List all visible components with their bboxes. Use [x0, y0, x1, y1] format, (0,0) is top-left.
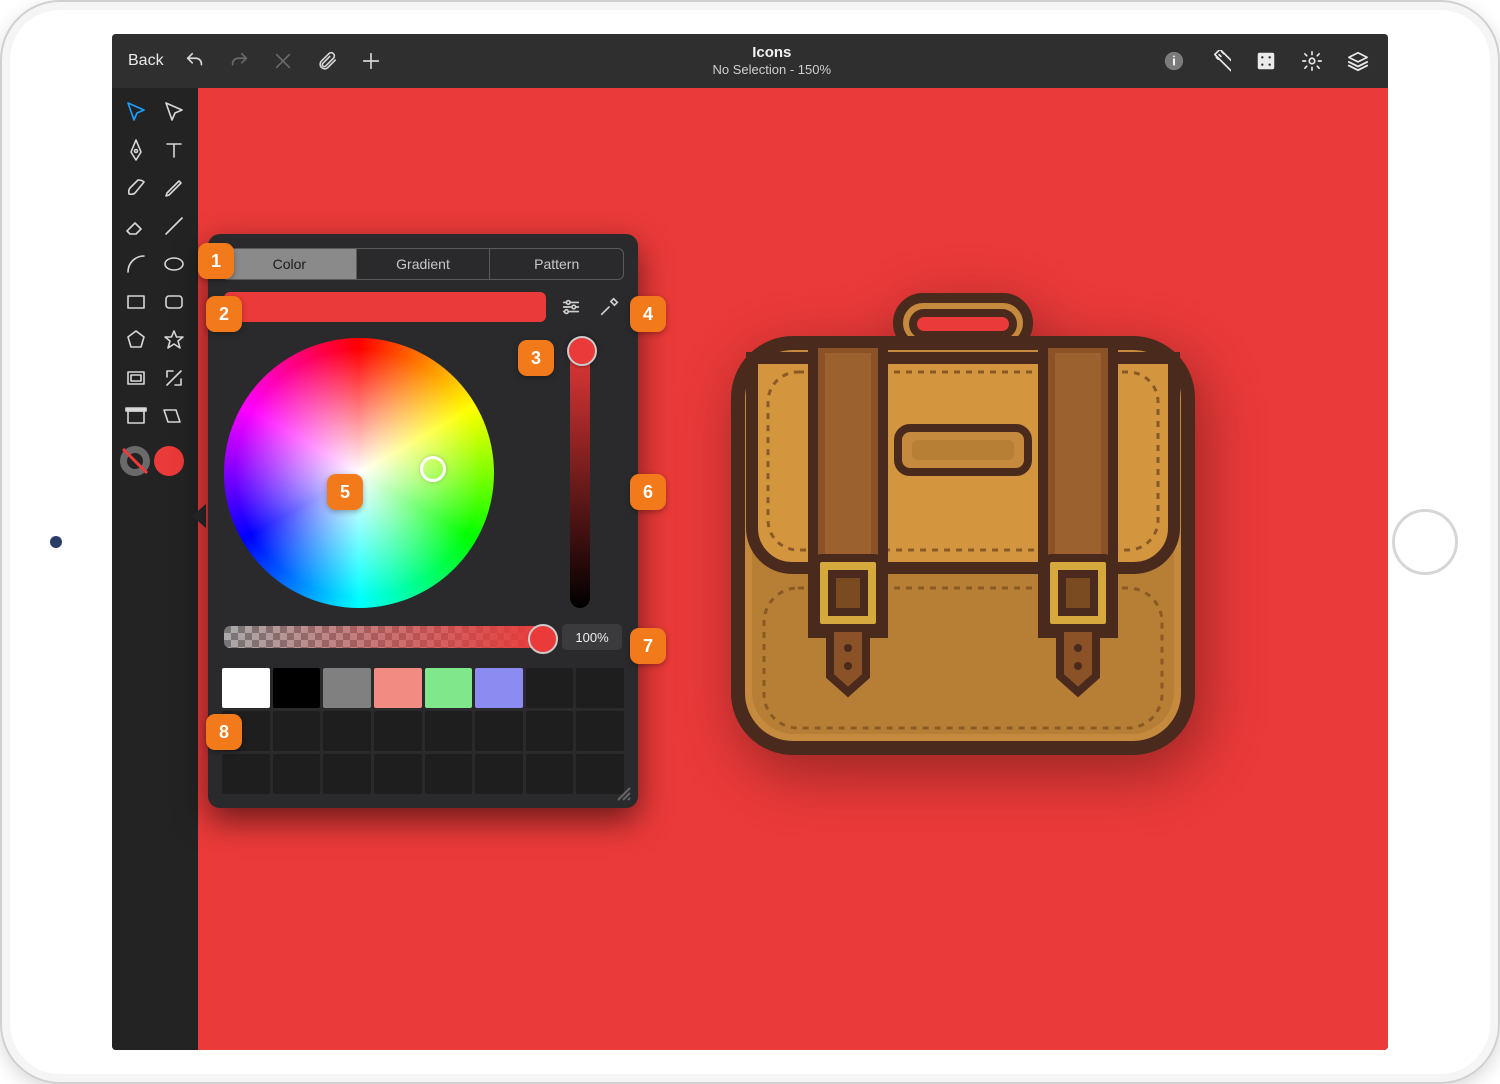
opacity-handle[interactable]: [528, 624, 558, 654]
tool-brush[interactable]: [120, 172, 152, 204]
swatch-cell[interactable]: [374, 754, 422, 794]
ruler-icon[interactable]: [1206, 47, 1234, 75]
tool-direct-select[interactable]: [158, 96, 190, 128]
layers-icon[interactable]: [1344, 47, 1372, 75]
swatch-cell[interactable]: [475, 668, 523, 708]
tool-pencil[interactable]: [158, 172, 190, 204]
tool-frame[interactable]: [120, 362, 152, 394]
tool-artboard[interactable]: [120, 400, 152, 432]
app-screen: Back Icons No Selection - 150%: [112, 34, 1388, 1050]
opacity-slider[interactable]: [224, 626, 552, 648]
swatch-cell[interactable]: [475, 711, 523, 751]
callout-2: 2: [206, 296, 242, 332]
swatch-cell[interactable]: [576, 711, 624, 751]
home-button[interactable]: [1392, 509, 1458, 575]
tool-arc[interactable]: [120, 248, 152, 280]
swatch-cell[interactable]: [475, 754, 523, 794]
gear-icon[interactable]: [1298, 47, 1326, 75]
tool-rectangle[interactable]: [120, 286, 152, 318]
tool-polygon[interactable]: [120, 324, 152, 356]
swatch-cell[interactable]: [323, 754, 371, 794]
callout-4: 4: [630, 296, 666, 332]
swatch-cell[interactable]: [425, 668, 473, 708]
swatch-cell[interactable]: [273, 668, 321, 708]
brightness-handle[interactable]: [567, 336, 597, 366]
color-wheel[interactable]: [224, 338, 494, 608]
tool-sidebar: [112, 88, 198, 1050]
back-label: Back: [128, 52, 164, 70]
swatch-cell[interactable]: [273, 711, 321, 751]
tool-eraser[interactable]: [120, 210, 152, 242]
brightness-slider[interactable]: [570, 338, 590, 608]
swatch-cell[interactable]: [425, 711, 473, 751]
tool-line[interactable]: [158, 210, 190, 242]
tab-color[interactable]: Color: [223, 249, 357, 279]
swatch-cell[interactable]: [526, 711, 574, 751]
undo-icon[interactable]: [182, 48, 208, 74]
swatch-palette: [208, 662, 638, 808]
callout-3: 3: [518, 340, 554, 376]
tool-star[interactable]: [158, 324, 190, 356]
swatch-cell[interactable]: [222, 754, 270, 794]
swatch-cell[interactable]: [323, 711, 371, 751]
swatch-cell[interactable]: [374, 711, 422, 751]
swatch-cell[interactable]: [273, 754, 321, 794]
add-icon[interactable]: [358, 48, 384, 74]
callout-8: 8: [206, 714, 242, 750]
swatch-cell[interactable]: [425, 754, 473, 794]
panel-resize-handle[interactable]: [616, 786, 632, 802]
callout-7: 7: [630, 628, 666, 664]
tool-transform[interactable]: [158, 362, 190, 394]
device-camera: [50, 536, 62, 548]
swatch-cell[interactable]: [526, 754, 574, 794]
tool-text[interactable]: [158, 134, 190, 166]
callout-5: 5: [327, 474, 363, 510]
swatch-cell[interactable]: [374, 668, 422, 708]
document-subtitle: No Selection - 150%: [384, 62, 1160, 78]
grid-icon[interactable]: [1252, 47, 1280, 75]
attachment-icon[interactable]: [314, 48, 340, 74]
color-wheel-handle[interactable]: [420, 456, 446, 482]
tool-ellipse[interactable]: [158, 248, 190, 280]
ipad-frame: Back Icons No Selection - 150%: [0, 0, 1500, 1084]
fill-type-segmented: Color Gradient Pattern: [222, 248, 624, 280]
tab-gradient[interactable]: Gradient: [357, 249, 491, 279]
info-icon[interactable]: [1160, 47, 1188, 75]
tool-select[interactable]: [120, 96, 152, 128]
top-toolbar: Back Icons No Selection - 150%: [112, 34, 1388, 88]
redo-icon[interactable]: [226, 48, 252, 74]
tool-pen[interactable]: [120, 134, 152, 166]
swatch-cell[interactable]: [323, 668, 371, 708]
swatch-cell[interactable]: [576, 668, 624, 708]
opacity-value[interactable]: 100%: [562, 624, 622, 650]
color-picker-panel: Color Gradient Pattern: [208, 234, 638, 808]
callout-6: 6: [630, 474, 666, 510]
tool-shear[interactable]: [158, 400, 190, 432]
close-icon[interactable]: [270, 48, 296, 74]
swatch-cell[interactable]: [222, 668, 270, 708]
sliders-icon[interactable]: [558, 294, 584, 320]
current-color-swatch[interactable]: [224, 292, 546, 322]
tab-pattern[interactable]: Pattern: [490, 249, 623, 279]
document-title: Icons: [384, 44, 1160, 62]
swatch-cell[interactable]: [526, 668, 574, 708]
tool-rounded-rect[interactable]: [158, 286, 190, 318]
callout-1: 1: [198, 243, 234, 279]
popover-caret: [192, 504, 206, 528]
stroke-color-swatch[interactable]: [120, 446, 150, 476]
fill-color-swatch[interactable]: [154, 446, 184, 476]
document-title-area: Icons No Selection - 150%: [384, 44, 1160, 78]
back-button[interactable]: Back: [124, 52, 164, 70]
artwork-briefcase: [718, 288, 1208, 768]
eyedropper-icon[interactable]: [596, 294, 622, 320]
